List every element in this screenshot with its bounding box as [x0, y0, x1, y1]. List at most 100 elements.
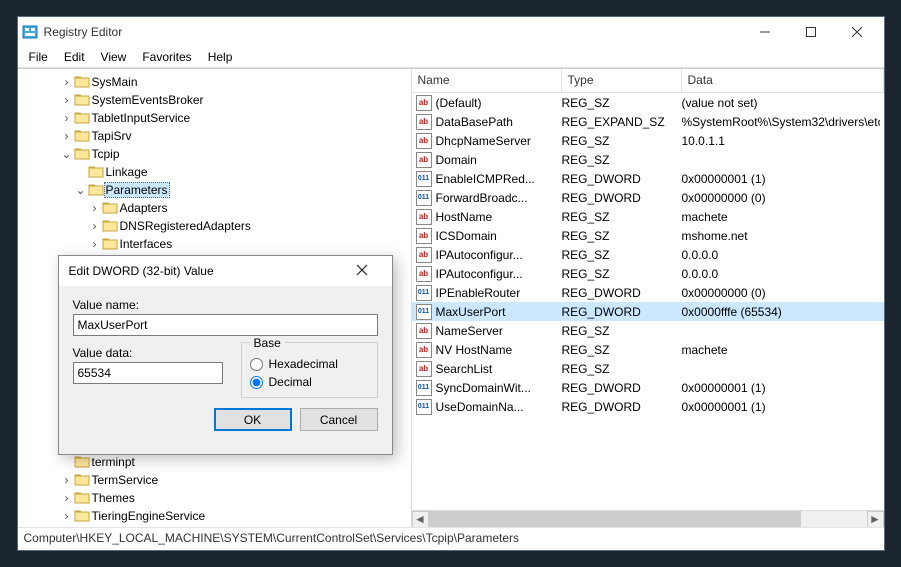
folder-icon [74, 110, 90, 127]
value-name: Domain [436, 153, 562, 167]
value-type: REG_DWORD [562, 381, 682, 395]
tree-twisty-icon[interactable]: › [60, 509, 74, 523]
table-row[interactable]: ab(Default)REG_SZ(value not set) [412, 93, 884, 112]
value-data-field[interactable] [73, 362, 223, 384]
table-row[interactable]: 011MaxUserPortREG_DWORD0x0000fffe (65534… [412, 302, 884, 321]
table-row[interactable]: abICSDomainREG_SZmshome.net [412, 226, 884, 245]
column-type[interactable]: Type [562, 69, 682, 92]
table-row[interactable]: abSearchListREG_SZ [412, 359, 884, 378]
tree-twisty-icon[interactable]: › [88, 219, 102, 233]
tree-item[interactable]: ⌄Parameters [18, 181, 411, 199]
string-value-icon: ab [416, 209, 432, 225]
radio-decimal[interactable] [250, 376, 263, 389]
tree-item-label: TermService [90, 473, 161, 487]
folder-icon [74, 92, 90, 109]
tree-twisty-icon[interactable]: › [60, 491, 74, 505]
table-row[interactable]: abDomainREG_SZ [412, 150, 884, 169]
table-row[interactable]: abDhcpNameServerREG_SZ10.0.1.1 [412, 131, 884, 150]
tree-twisty-icon[interactable]: ⌄ [60, 147, 74, 161]
scroll-thumb[interactable] [429, 511, 801, 527]
value-name: ICSDomain [436, 229, 562, 243]
tree-twisty-icon[interactable]: ⌄ [74, 183, 88, 197]
folder-icon [102, 218, 118, 235]
horizontal-scrollbar[interactable]: ◄ ► [412, 510, 884, 527]
binary-value-icon: 011 [416, 285, 432, 301]
tree-item[interactable]: › Adapters [18, 199, 411, 217]
base-fieldset: Base Hexadecimal Decimal [241, 342, 378, 398]
menu-edit[interactable]: Edit [57, 48, 92, 66]
tree-twisty-icon[interactable]: › [60, 75, 74, 89]
tree-item[interactable]: ›Themes [18, 489, 411, 507]
tree-twisty-icon[interactable]: › [60, 129, 74, 143]
ok-button[interactable]: OK [214, 408, 292, 431]
tree-item[interactable]: ›Interfaces [18, 235, 411, 253]
table-row[interactable]: abHostNameREG_SZmachete [412, 207, 884, 226]
tree-twisty-icon[interactable]: › [88, 237, 102, 251]
string-value-icon: ab [416, 114, 432, 130]
column-name[interactable]: Name [412, 69, 562, 92]
folder-icon [74, 454, 90, 471]
string-value-icon: ab [416, 342, 432, 358]
value-type: REG_SZ [562, 210, 682, 224]
tree-twisty-icon[interactable]: › [88, 201, 102, 215]
table-row[interactable]: 011EnableICMPRed...REG_DWORD0x00000001 (… [412, 169, 884, 188]
table-row[interactable]: abIPAutoconfigur...REG_SZ0.0.0.0 [412, 264, 884, 283]
table-row[interactable]: 011UseDomainNa...REG_DWORD0x00000001 (1) [412, 397, 884, 416]
tree-item[interactable]: ›TapiSrv [18, 127, 411, 145]
tree-item[interactable]: terminpt [18, 453, 411, 471]
tree-item[interactable]: Linkage [18, 163, 411, 181]
tree-twisty-icon[interactable]: › [60, 93, 74, 107]
table-row[interactable]: abDataBasePathREG_EXPAND_SZ%SystemRoot%\… [412, 112, 884, 131]
menubar: File Edit View Favorites Help [18, 47, 884, 68]
tree-item[interactable]: ›TieringEngineService [18, 507, 411, 525]
hex-label: Hexadecimal [269, 357, 338, 371]
scroll-track[interactable] [429, 511, 867, 527]
menu-favorites[interactable]: Favorites [135, 48, 198, 66]
scroll-right-icon[interactable]: ► [867, 511, 884, 528]
tree-item[interactable]: ›TabletInputService [18, 109, 411, 127]
folder-icon [74, 74, 90, 91]
tree-item[interactable]: ⌄ Tcpip [18, 145, 411, 163]
list-header: Name Type Data [412, 69, 884, 93]
dialog-close-icon[interactable] [342, 264, 382, 279]
table-row[interactable]: 011ForwardBroadc...REG_DWORD0x00000000 (… [412, 188, 884, 207]
menu-file[interactable]: File [22, 48, 55, 66]
minimize-button[interactable] [742, 17, 788, 47]
close-button[interactable] [834, 17, 880, 47]
tree-item-label: Adapters [118, 201, 170, 215]
string-value-icon: ab [416, 95, 432, 111]
table-row[interactable]: abNameServerREG_SZ [412, 321, 884, 340]
tree-item-label: Tcpip [90, 147, 122, 161]
folder-icon [88, 164, 104, 181]
tree-item[interactable]: › TermService [18, 471, 411, 489]
tree-twisty-icon[interactable]: › [60, 111, 74, 125]
value-name: UseDomainNa... [436, 400, 562, 414]
folder-icon [74, 472, 90, 489]
list-body[interactable]: ab(Default)REG_SZ(value not set)abDataBa… [412, 93, 884, 510]
value-type: REG_SZ [562, 229, 682, 243]
value-name: NV HostName [436, 343, 562, 357]
tree-item[interactable]: ›SystemEventsBroker [18, 91, 411, 109]
tree-item-label: terminpt [90, 455, 137, 469]
scroll-left-icon[interactable]: ◄ [412, 511, 429, 528]
value-name-field[interactable] [73, 314, 378, 336]
table-row[interactable]: 011SyncDomainWit...REG_DWORD0x00000001 (… [412, 378, 884, 397]
value-data: 0x00000000 (0) [682, 286, 880, 300]
radio-hexadecimal[interactable] [250, 358, 263, 371]
tree-item[interactable]: ›SysMain [18, 73, 411, 91]
string-value-icon: ab [416, 247, 432, 263]
menu-view[interactable]: View [94, 48, 134, 66]
value-name: SyncDomainWit... [436, 381, 562, 395]
cancel-button[interactable]: Cancel [300, 408, 378, 431]
value-name: NameServer [436, 324, 562, 338]
menu-help[interactable]: Help [201, 48, 240, 66]
tree-item[interactable]: ›DNSRegisteredAdapters [18, 217, 411, 235]
column-data[interactable]: Data [682, 69, 884, 92]
value-type: REG_SZ [562, 324, 682, 338]
value-type: REG_SZ [562, 134, 682, 148]
table-row[interactable]: abIPAutoconfigur...REG_SZ0.0.0.0 [412, 245, 884, 264]
tree-twisty-icon[interactable]: › [60, 473, 74, 487]
table-row[interactable]: abNV HostNameREG_SZmachete [412, 340, 884, 359]
maximize-button[interactable] [788, 17, 834, 47]
table-row[interactable]: 011IPEnableRouterREG_DWORD0x00000000 (0) [412, 283, 884, 302]
